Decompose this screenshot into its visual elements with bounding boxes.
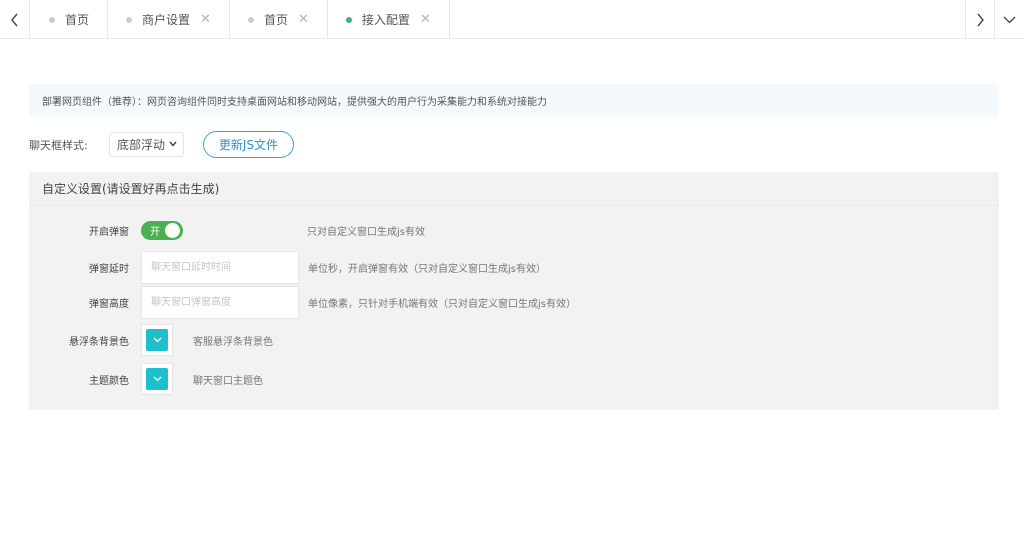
tab-home[interactable]: 首页 — [31, 0, 109, 39]
tab-label: 商户设置 — [142, 13, 191, 27]
float-bg-hint: 客服悬浮条背景色 — [193, 336, 273, 348]
popup-height-input[interactable] — [141, 286, 299, 319]
info-banner: 部署网页组件（推荐）：网页咨询组件同时支持桌面网站和移动网站，提供强大的用户行为… — [29, 84, 999, 117]
close-icon[interactable]: ✕ — [298, 13, 309, 26]
popup-delay-row: 弹窗延时 单位秒，开启弹窗有效（只对自定义窗口生成js有效） — [29, 251, 546, 284]
tab-status-dot — [49, 16, 55, 23]
tab-status-dot — [345, 16, 352, 23]
tab-scroll-right-button[interactable] — [965, 0, 995, 39]
tab-status-dot — [247, 16, 254, 23]
popup-height-label: 弹窗高度 — [89, 299, 129, 310]
tab-list: 首页 商户设置 ✕ 首页 ✕ 接入配置 ✕ — [31, 0, 450, 39]
theme-color-hint: 聊天窗口主题色 — [193, 375, 263, 387]
tab-menu-button[interactable] — [995, 0, 1024, 39]
update-js-button[interactable]: 更新JS文件 — [203, 131, 294, 158]
info-banner-text: 部署网页组件（推荐）：网页咨询组件同时支持桌面网站和移动网站，提供强大的用户行为… — [42, 97, 547, 108]
chat-style-row: 聊天框样式: 底部浮动 更新JS文件 — [29, 131, 294, 158]
tab-label: 首页 — [65, 13, 90, 27]
tab-merchant-settings[interactable]: 商户设置 ✕ — [108, 0, 230, 39]
close-icon[interactable]: ✕ — [200, 13, 211, 26]
tab-scroll-left-button[interactable] — [0, 0, 30, 39]
tab-home-2[interactable]: 首页 ✕ — [230, 0, 328, 39]
popup-height-row: 弹窗高度 单位像素，只针对手机端有效（只对自定义窗口生成js有效） — [29, 286, 576, 319]
theme-color-row: 主题颜色 聊天窗口主题色 — [29, 363, 263, 395]
chat-style-label: 聊天框样式: — [29, 138, 88, 152]
tab-access-config[interactable]: 接入配置 ✕ — [328, 0, 450, 39]
chevron-down-icon — [169, 140, 177, 150]
theme-color-picker[interactable] — [141, 363, 173, 395]
chevron-down-icon — [153, 337, 161, 343]
chat-style-select[interactable]: 底部浮动 — [109, 132, 184, 157]
popup-delay-label: 弹窗延时 — [89, 264, 129, 275]
custom-settings-panel: 自定义设置(请设置好再点击生成) 开启弹窗 开 只对自定义窗口生成js有效 弹窗… — [29, 172, 999, 410]
chevron-left-icon — [10, 13, 18, 26]
popup-toggle-switch[interactable]: 开 — [141, 221, 183, 240]
switch-text: 开 — [150, 227, 160, 238]
chevron-down-icon — [153, 376, 161, 382]
tab-status-dot — [126, 16, 133, 23]
float-bg-color-picker[interactable] — [141, 324, 173, 356]
float-bg-row: 悬浮条背景色 客服悬浮条背景色 — [29, 324, 273, 356]
tab-label: 接入配置 — [361, 13, 410, 27]
chevron-right-icon — [977, 13, 984, 26]
popup-toggle-label: 开启弹窗 — [89, 227, 129, 238]
popup-toggle-hint: 只对自定义窗口生成js有效 — [307, 227, 425, 238]
switch-knob — [165, 223, 180, 238]
theme-color-label: 主题颜色 — [89, 375, 129, 387]
popup-toggle-row: 开启弹窗 开 只对自定义窗口生成js有效 — [29, 221, 425, 240]
close-icon[interactable]: ✕ — [420, 13, 431, 26]
chat-style-selected-value: 底部浮动 — [117, 138, 166, 152]
popup-height-hint: 单位像素，只针对手机端有效（只对自定义窗口生成js有效） — [308, 299, 576, 310]
popup-delay-input[interactable] — [141, 251, 299, 284]
tab-label: 首页 — [263, 13, 288, 27]
color-swatch — [146, 368, 168, 390]
popup-delay-hint: 单位秒，开启弹窗有效（只对自定义窗口生成js有效） — [308, 264, 546, 275]
chevron-down-icon — [1003, 16, 1016, 24]
float-bg-label: 悬浮条背景色 — [69, 336, 129, 348]
tab-bar: 首页 商户设置 ✕ 首页 ✕ 接入配置 ✕ — [0, 0, 1024, 39]
panel-title: 自定义设置(请设置好再点击生成) — [29, 172, 999, 206]
color-swatch — [146, 329, 168, 351]
